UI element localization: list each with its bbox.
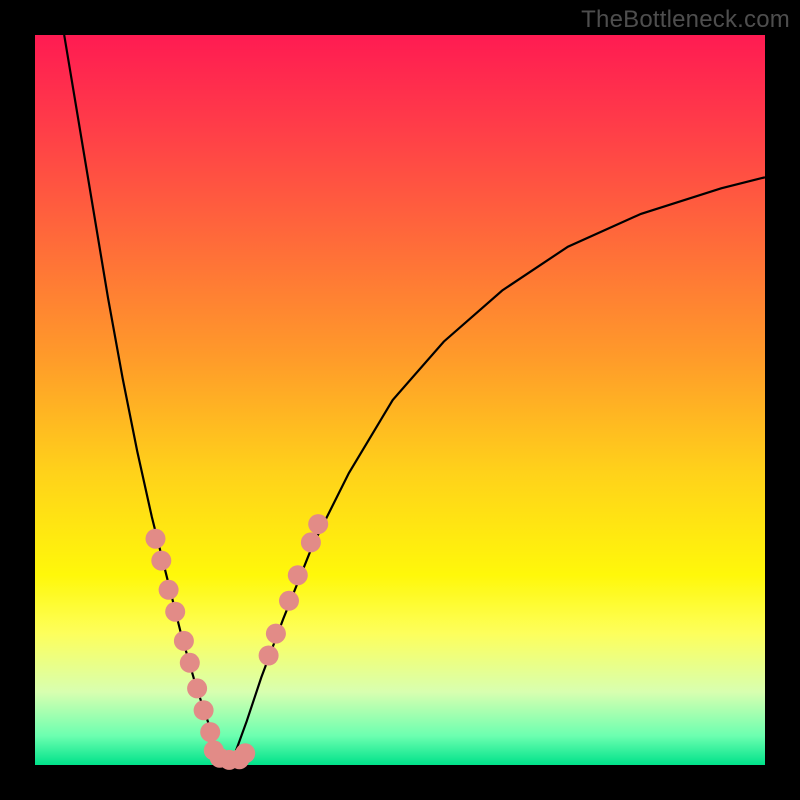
chart-plot-area: [35, 35, 765, 765]
data-marker: [279, 591, 299, 611]
data-marker: [187, 678, 207, 698]
data-marker: [200, 722, 220, 742]
chart-frame: TheBottleneck.com: [0, 0, 800, 800]
curve-group: [64, 35, 765, 761]
data-marker: [174, 631, 194, 651]
data-marker: [301, 532, 321, 552]
marker-group: [146, 514, 329, 770]
data-marker: [159, 580, 179, 600]
data-marker: [259, 646, 279, 666]
data-marker: [165, 602, 185, 622]
data-marker: [151, 551, 171, 571]
right-curve: [232, 177, 765, 761]
data-marker: [146, 529, 166, 549]
data-marker: [308, 514, 328, 534]
left-curve: [64, 35, 217, 761]
data-marker: [194, 700, 214, 720]
chart-svg: [35, 35, 765, 765]
data-marker: [266, 624, 286, 644]
data-marker: [180, 653, 200, 673]
data-marker: [288, 565, 308, 585]
watermark-text: TheBottleneck.com: [581, 6, 790, 34]
data-marker: [235, 743, 255, 763]
